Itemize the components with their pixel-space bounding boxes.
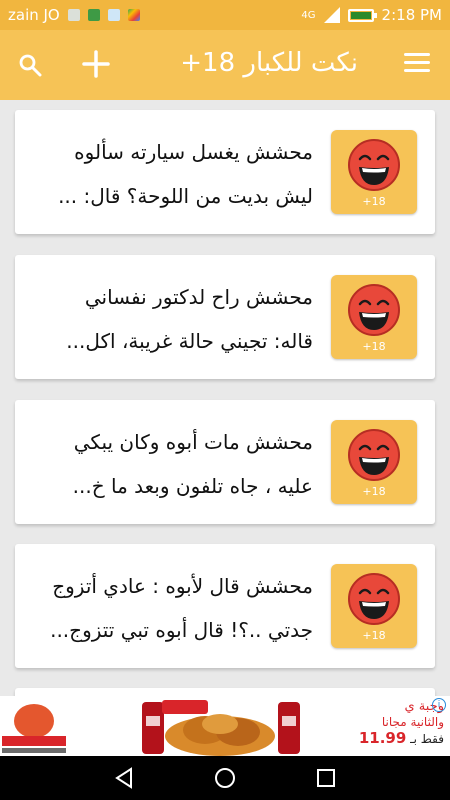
ad-line-1: وجبة ي bbox=[404, 699, 444, 714]
back-icon[interactable] bbox=[112, 766, 136, 790]
search-icon[interactable] bbox=[18, 53, 42, 77]
age-tag: +18 bbox=[362, 340, 386, 353]
menu-icon[interactable] bbox=[404, 53, 430, 75]
joke-line-1: محشش راح لدكتور نفساني bbox=[84, 285, 313, 309]
age-tag: +18 bbox=[362, 485, 386, 498]
joke-card[interactable]: محشش راح لدكتور نفساني قاله: تجيني حالة … bbox=[15, 255, 435, 379]
joke-preview: محشش يغسل سيارته سألوه ليش بديت من اللوح… bbox=[23, 130, 313, 218]
status-bar: zain JO 4G 2:18 PM bbox=[0, 0, 450, 30]
gallery-icon bbox=[107, 9, 120, 21]
joke-line-2: قاله: تجيني حالة غريبة، اكل... bbox=[66, 329, 313, 353]
joke-preview: محشش مات أبوه وكان يبكي عليه ، جاه تلفون… bbox=[23, 420, 313, 508]
ad-price: 11.99 bbox=[358, 729, 407, 747]
ad-line-3: فقط بـ 11.99 bbox=[358, 729, 444, 747]
joke-card[interactable]: محشش مات أبوه وكان يبكي عليه ، جاه تلفون… bbox=[15, 400, 435, 524]
laughing-face-icon bbox=[348, 573, 400, 625]
joke-line-2: عليه ، جاه تلفون وبعد ما خ... bbox=[72, 474, 313, 498]
joke-line-2: ليش بديت من اللوحة؟ قال: ... bbox=[58, 184, 313, 208]
joke-card[interactable]: محشش قال لأبوه : عادي أتزوج جدتي ..؟! قا… bbox=[15, 544, 435, 668]
laughing-face-icon bbox=[348, 429, 400, 481]
joke-list[interactable]: محشش يغسل سيارته سألوه ليش بديت من اللوح… bbox=[0, 100, 450, 696]
app-bar: نكت للكبار 18+ bbox=[0, 30, 450, 100]
joke-preview: محشش قال لأبوه : عادي أتزوج جدتي ..؟! قا… bbox=[23, 564, 313, 652]
carrier-name: zain JO bbox=[8, 6, 60, 24]
joke-thumbnail: +18 bbox=[331, 130, 417, 214]
ad-line-2: والثانية مجانا bbox=[381, 715, 444, 729]
joke-line-1: محشش يغسل سيارته سألوه bbox=[74, 140, 313, 164]
home-icon[interactable] bbox=[213, 766, 237, 790]
joke-card[interactable]: محشش يغسل سيارته سألوه ليش بديت من اللوح… bbox=[15, 110, 435, 234]
ad-info-icon[interactable]: i bbox=[432, 698, 446, 712]
age-tag: +18 bbox=[362, 629, 386, 642]
app-icon bbox=[87, 9, 100, 21]
joke-line-2: جدتي ..؟! قال أبوه تبي تتزوج... bbox=[50, 618, 313, 642]
app-title: نكت للكبار 18+ bbox=[180, 48, 358, 78]
recents-icon[interactable] bbox=[314, 766, 338, 790]
battery-icon bbox=[347, 8, 377, 22]
system-nav-bar bbox=[0, 756, 450, 800]
joke-card[interactable] bbox=[15, 688, 435, 696]
signal-icon bbox=[323, 7, 340, 23]
popeyes-logo bbox=[0, 696, 68, 756]
laughing-face-icon bbox=[348, 139, 400, 191]
network-type: 4G bbox=[301, 9, 316, 21]
ad-banner[interactable]: وجبة ي والثانية مجانا فقط بـ 11.99 i bbox=[0, 696, 450, 756]
ad-offer: وجبة ي والثانية مجانا فقط بـ 11.99 bbox=[356, 698, 444, 747]
joke-thumbnail: +18 bbox=[331, 275, 417, 359]
play-store-icon bbox=[127, 9, 140, 21]
joke-thumbnail: +18 bbox=[331, 564, 417, 648]
ad-food-image bbox=[70, 696, 360, 756]
joke-preview: محشش راح لدكتور نفساني قاله: تجيني حالة … bbox=[23, 275, 313, 363]
download-icon bbox=[67, 9, 80, 21]
joke-line-1: محشش قال لأبوه : عادي أتزوج bbox=[52, 574, 313, 598]
joke-line-1: محشش مات أبوه وكان يبكي bbox=[73, 430, 313, 454]
joke-thumbnail: +18 bbox=[331, 420, 417, 504]
clock: 2:18 PM bbox=[381, 6, 442, 24]
add-icon[interactable] bbox=[82, 50, 110, 78]
laughing-face-icon bbox=[348, 284, 400, 336]
age-tag: +18 bbox=[362, 195, 386, 208]
